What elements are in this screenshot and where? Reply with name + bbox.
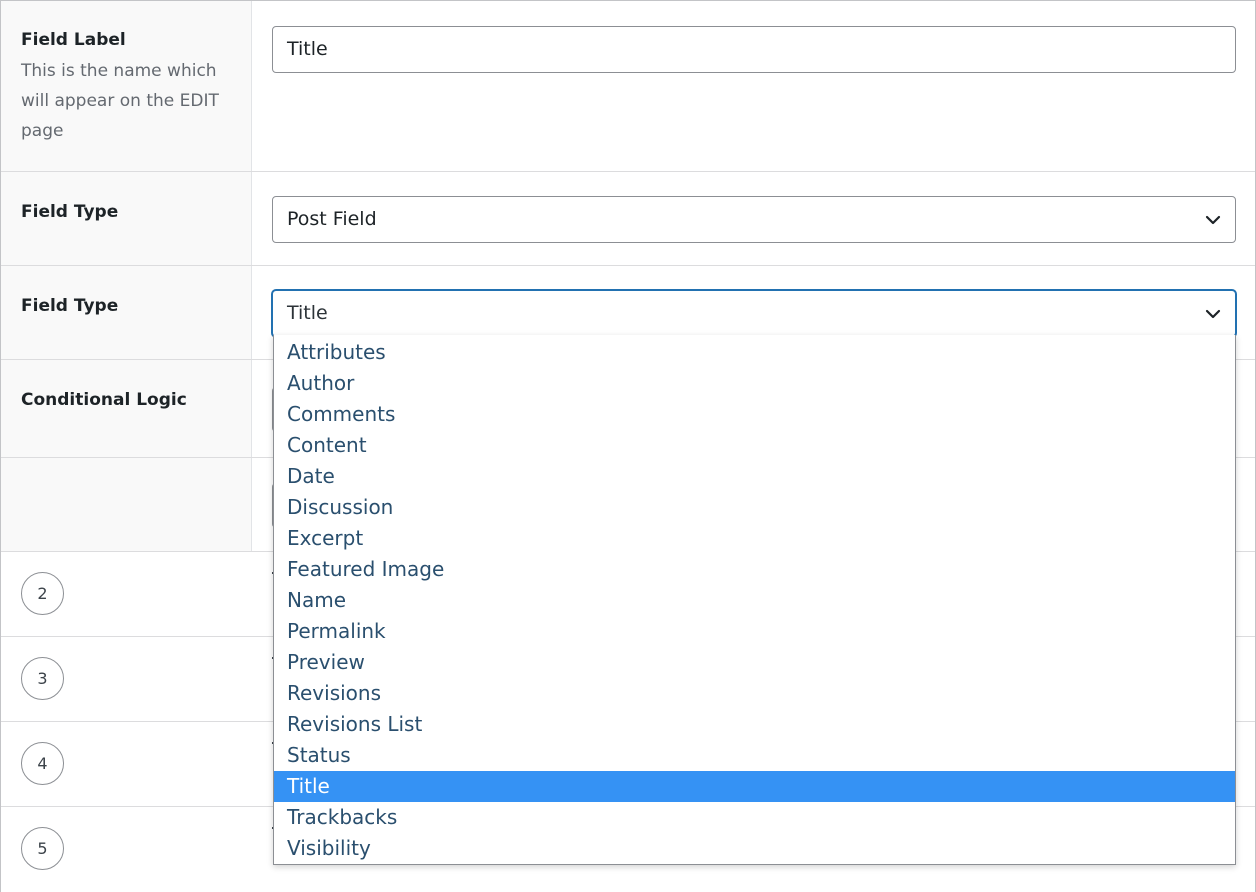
- field-label-input[interactable]: Title: [272, 26, 1236, 73]
- dropdown-option[interactable]: Content: [274, 430, 1235, 461]
- field-label-cell: Field Label This is the name which will …: [1, 1, 252, 171]
- chevron-down-icon: [1205, 215, 1221, 225]
- row-number-badge: 3: [21, 657, 64, 700]
- empty-label-cell: [1, 458, 252, 551]
- field-label-description: This is the name which will appear on th…: [21, 61, 219, 141]
- dropdown-option[interactable]: Name: [274, 585, 1235, 616]
- dropdown-option[interactable]: Trackbacks: [274, 802, 1235, 833]
- dropdown-option-selected[interactable]: Title: [274, 771, 1235, 802]
- dropdown-option[interactable]: Featured Image: [274, 554, 1235, 585]
- row-number-badge: 2: [21, 572, 64, 615]
- field-label-row: Field Label This is the name which will …: [1, 1, 1255, 172]
- post-field-type-select-value: Title: [287, 302, 328, 324]
- post-field-type-dropdown-list: Attributes Author Comments Content Date …: [273, 335, 1236, 865]
- field-type-label: Field Type: [21, 202, 119, 222]
- row-number-badge: 4: [21, 742, 64, 785]
- dropdown-option[interactable]: Status: [274, 740, 1235, 771]
- chevron-down-icon: [1205, 309, 1221, 319]
- field-type-select[interactable]: Post Field: [272, 196, 1236, 243]
- dropdown-option[interactable]: Visibility: [274, 833, 1235, 864]
- dropdown-option[interactable]: Attributes: [274, 337, 1235, 368]
- dropdown-option[interactable]: Revisions: [274, 678, 1235, 709]
- dropdown-option[interactable]: Permalink: [274, 616, 1235, 647]
- conditional-logic-label-cell: Conditional Logic: [1, 360, 252, 457]
- dropdown-option[interactable]: Author: [274, 368, 1235, 399]
- dropdown-option[interactable]: Preview: [274, 647, 1235, 678]
- field-type-label-cell: Field Type: [1, 172, 252, 265]
- post-field-type-label: Field Type: [21, 296, 119, 316]
- dropdown-option[interactable]: Revisions List: [274, 709, 1235, 740]
- post-field-type-label-cell: Field Type: [1, 266, 252, 359]
- dropdown-option[interactable]: Date: [274, 461, 1235, 492]
- post-field-type-select[interactable]: Title: [272, 290, 1236, 337]
- dropdown-option[interactable]: Comments: [274, 399, 1235, 430]
- dropdown-option[interactable]: Discussion: [274, 492, 1235, 523]
- field-type-select-value: Post Field: [287, 208, 377, 230]
- row-number-badge: 5: [21, 827, 64, 870]
- field-label-title: Field Label: [21, 30, 126, 50]
- dropdown-option[interactable]: Excerpt: [274, 523, 1235, 554]
- field-type-row: Field Type Post Field: [1, 172, 1255, 266]
- conditional-logic-label: Conditional Logic: [21, 390, 187, 410]
